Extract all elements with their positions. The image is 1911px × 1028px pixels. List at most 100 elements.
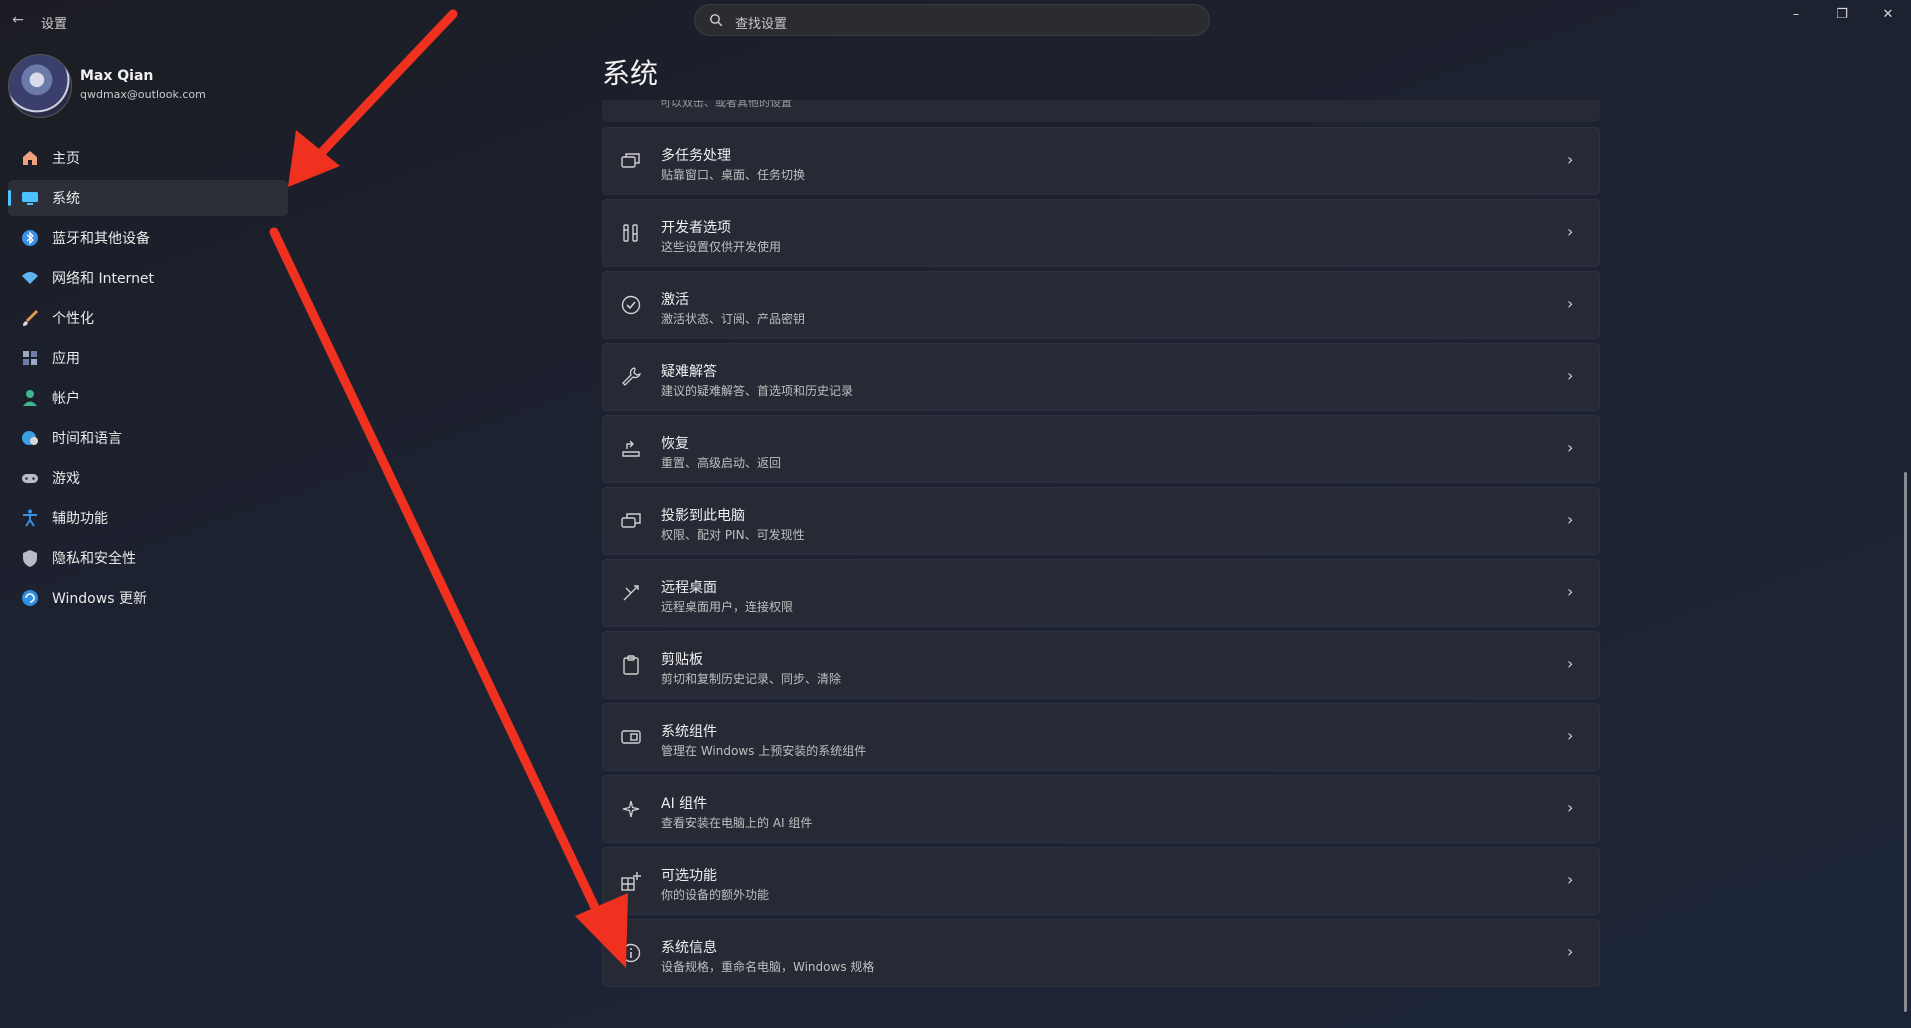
sidebar-item-account[interactable]: 帐户 bbox=[8, 380, 288, 416]
system-icon bbox=[19, 187, 41, 209]
card-subtitle: 建议的疑难解答、首选项和历史记录 bbox=[661, 384, 854, 398]
settings-card-clipboard[interactable]: 剪贴板 剪切和复制历史记录、同步、清除 › bbox=[602, 631, 1600, 699]
sidebar-item-label: 隐私和安全性 bbox=[52, 551, 136, 567]
settings-card-project[interactable]: 投影到此电脑 权限、配对 PIN、可发现性 › bbox=[602, 487, 1600, 555]
sidebar-item-accessibility[interactable]: 辅助功能 bbox=[8, 500, 288, 536]
maximize-button[interactable]: ❐ bbox=[1819, 0, 1865, 28]
settings-card-check-circle[interactable]: 激活 激活状态、订阅、产品密钥 › bbox=[602, 271, 1600, 339]
scrollbar[interactable] bbox=[1904, 472, 1907, 1012]
card-subtitle: 激活状态、订阅、产品密钥 bbox=[661, 312, 806, 326]
multitasking-icon bbox=[619, 149, 643, 173]
sidebar-item-apps[interactable]: 应用 bbox=[8, 340, 288, 376]
chevron-right-icon: › bbox=[1567, 942, 1574, 961]
sidebar-item-label: 应用 bbox=[52, 351, 80, 367]
card-title: 多任务处理 bbox=[661, 148, 731, 164]
sidebar-item-label: 个性化 bbox=[52, 311, 94, 327]
bluetooth-icon bbox=[19, 227, 41, 249]
maximize-icon: ❐ bbox=[1836, 6, 1848, 22]
brush-icon bbox=[19, 307, 41, 329]
settings-window: ← 设置 查找设置 – ❐ ✕ Max Qian qwdmax@outlook.… bbox=[0, 0, 1911, 1028]
back-arrow-icon: ← bbox=[12, 12, 24, 28]
settings-card-developer-tools[interactable]: 开发者选项这些设置仅供开发使用 › bbox=[602, 199, 1600, 267]
back-button[interactable]: ← bbox=[8, 10, 28, 30]
sidebar-item-wifi[interactable]: 网络和 Internet bbox=[8, 260, 288, 296]
chevron-right-icon: › bbox=[1567, 870, 1574, 889]
settings-card-wrench[interactable]: 疑难解答 建议的疑难解答、首选项和历史记录 › bbox=[602, 343, 1600, 411]
wrench-icon bbox=[619, 365, 643, 389]
arrow-to-system-info bbox=[269, 227, 628, 968]
profile-name: Max Qian bbox=[80, 68, 154, 84]
minimize-button[interactable]: – bbox=[1773, 0, 1819, 28]
sidebar-item-globe-clock[interactable]: 时间和语言 bbox=[8, 420, 288, 456]
optional-features-icon bbox=[619, 869, 643, 893]
title-bar: ← 设置 查找设置 – ❐ ✕ bbox=[0, 0, 1911, 40]
clipboard-icon bbox=[619, 653, 643, 677]
card-title: 系统信息 bbox=[661, 940, 717, 956]
settings-list: 多任务处理贴靠窗口、桌面、任务切换 › 开发者选项这些设置仅供开发使用 › 激活激活状态… bbox=[602, 127, 1600, 991]
accessibility-icon bbox=[19, 507, 41, 529]
settings-card-multitasking[interactable]: 多任务处理 贴靠窗口、桌面、任务切换 › bbox=[602, 127, 1600, 195]
apps-icon bbox=[19, 347, 41, 369]
close-button[interactable]: ✕ bbox=[1865, 0, 1911, 28]
sidebar-item-bluetooth[interactable]: 蓝牙和其他设备 bbox=[8, 220, 288, 256]
settings-card-system-components[interactable]: 系统组件 管理在 Windows 上预安装的系统组件 › bbox=[602, 703, 1600, 771]
settings-card-remote-desktop[interactable]: 远程桌面远程桌面用户，连接权限 › bbox=[602, 559, 1600, 627]
sidebar-item-label: 网络和 Internet bbox=[52, 271, 155, 287]
settings-card-info[interactable]: 系统信息 设备规格，重命名电脑，Windows 规格 › bbox=[602, 919, 1600, 987]
chevron-right-icon: › bbox=[1567, 438, 1574, 457]
card-subtitle: 你的设备的额外功能 bbox=[661, 888, 770, 902]
window-controls: – ❐ ✕ bbox=[1773, 0, 1911, 32]
search-box[interactable]: 查找设置 bbox=[694, 4, 1210, 36]
globe-clock-icon bbox=[19, 427, 41, 449]
search-input[interactable]: 查找设置 bbox=[735, 13, 787, 32]
minimize-icon: – bbox=[1792, 6, 1800, 22]
sidebar-item-brush[interactable]: 个性化 bbox=[8, 300, 288, 336]
sidebar-item-label: Windows 更新 bbox=[52, 591, 147, 607]
card-title: 开发者选项 bbox=[661, 220, 731, 236]
app-title: 设置 bbox=[41, 17, 68, 32]
sidebar-nav: 主页系统蓝牙和其他设备 网络和 Internet 个性化应用帐户时间和语言游戏辅助功… bbox=[8, 140, 288, 620]
chevron-right-icon: › bbox=[1567, 726, 1574, 745]
card-title: 疑难解答 bbox=[661, 364, 717, 380]
card-title: 可选功能 bbox=[661, 868, 717, 884]
settings-card-optional-features[interactable]: 可选功能你的设备的额外功能 › bbox=[602, 847, 1600, 915]
project-icon bbox=[619, 509, 643, 533]
system-components-icon bbox=[619, 725, 643, 749]
card-title: 远程桌面 bbox=[661, 580, 717, 596]
close-icon: ✕ bbox=[1882, 6, 1894, 22]
card-subtitle: 远程桌面用户，连接权限 bbox=[661, 600, 794, 614]
card-subtitle: 贴靠窗口、桌面、任务切换 bbox=[661, 168, 806, 182]
chevron-right-icon: › bbox=[1567, 654, 1574, 673]
sidebar-item-shield[interactable]: 隐私和安全性 bbox=[8, 540, 288, 576]
card-subtitle: 这些设置仅供开发使用 bbox=[661, 240, 782, 254]
windows-update-icon bbox=[19, 587, 41, 609]
developer-tools-icon bbox=[619, 221, 643, 245]
settings-card-ai-sparkle[interactable]: AI 组件 查看安装在电脑上的 AI 组件 › bbox=[602, 775, 1600, 843]
account-icon bbox=[19, 387, 41, 409]
settings-card-recovery[interactable]: 恢复 重置、高级启动、返回 › bbox=[602, 415, 1600, 483]
sidebar-item-system[interactable]: 系统 bbox=[8, 180, 288, 216]
partial-card[interactable]: 可以双击、或者其他的设置 bbox=[602, 100, 1600, 122]
partial-card-text: 可以双击、或者其他的设置 bbox=[660, 100, 792, 109]
card-title: 投影到此电脑 bbox=[661, 508, 745, 524]
check-circle-icon bbox=[619, 293, 643, 317]
sidebar-item-windows-update[interactable]: Windows 更新 bbox=[8, 580, 288, 616]
shield-icon bbox=[19, 547, 41, 569]
gamepad-icon bbox=[19, 467, 41, 489]
chevron-right-icon: › bbox=[1567, 798, 1574, 817]
card-subtitle: 查看安装在电脑上的 AI 组件 bbox=[661, 816, 813, 830]
chevron-right-icon: › bbox=[1567, 582, 1574, 601]
sidebar-item-label: 游戏 bbox=[52, 471, 80, 487]
sidebar-item-gamepad[interactable]: 游戏 bbox=[8, 460, 288, 496]
avatar[interactable] bbox=[8, 54, 72, 118]
chevron-right-icon: › bbox=[1567, 510, 1574, 529]
recovery-icon bbox=[619, 437, 643, 461]
sidebar-item-label: 辅助功能 bbox=[52, 511, 108, 527]
card-title: 激活 bbox=[661, 292, 689, 308]
sidebar-item-label: 蓝牙和其他设备 bbox=[52, 231, 150, 247]
chevron-right-icon: › bbox=[1567, 222, 1574, 241]
card-title: 恢复 bbox=[661, 436, 689, 452]
sidebar-item-home[interactable]: 主页 bbox=[8, 140, 288, 176]
info-icon bbox=[619, 941, 643, 965]
sidebar-item-label: 系统 bbox=[52, 191, 80, 207]
